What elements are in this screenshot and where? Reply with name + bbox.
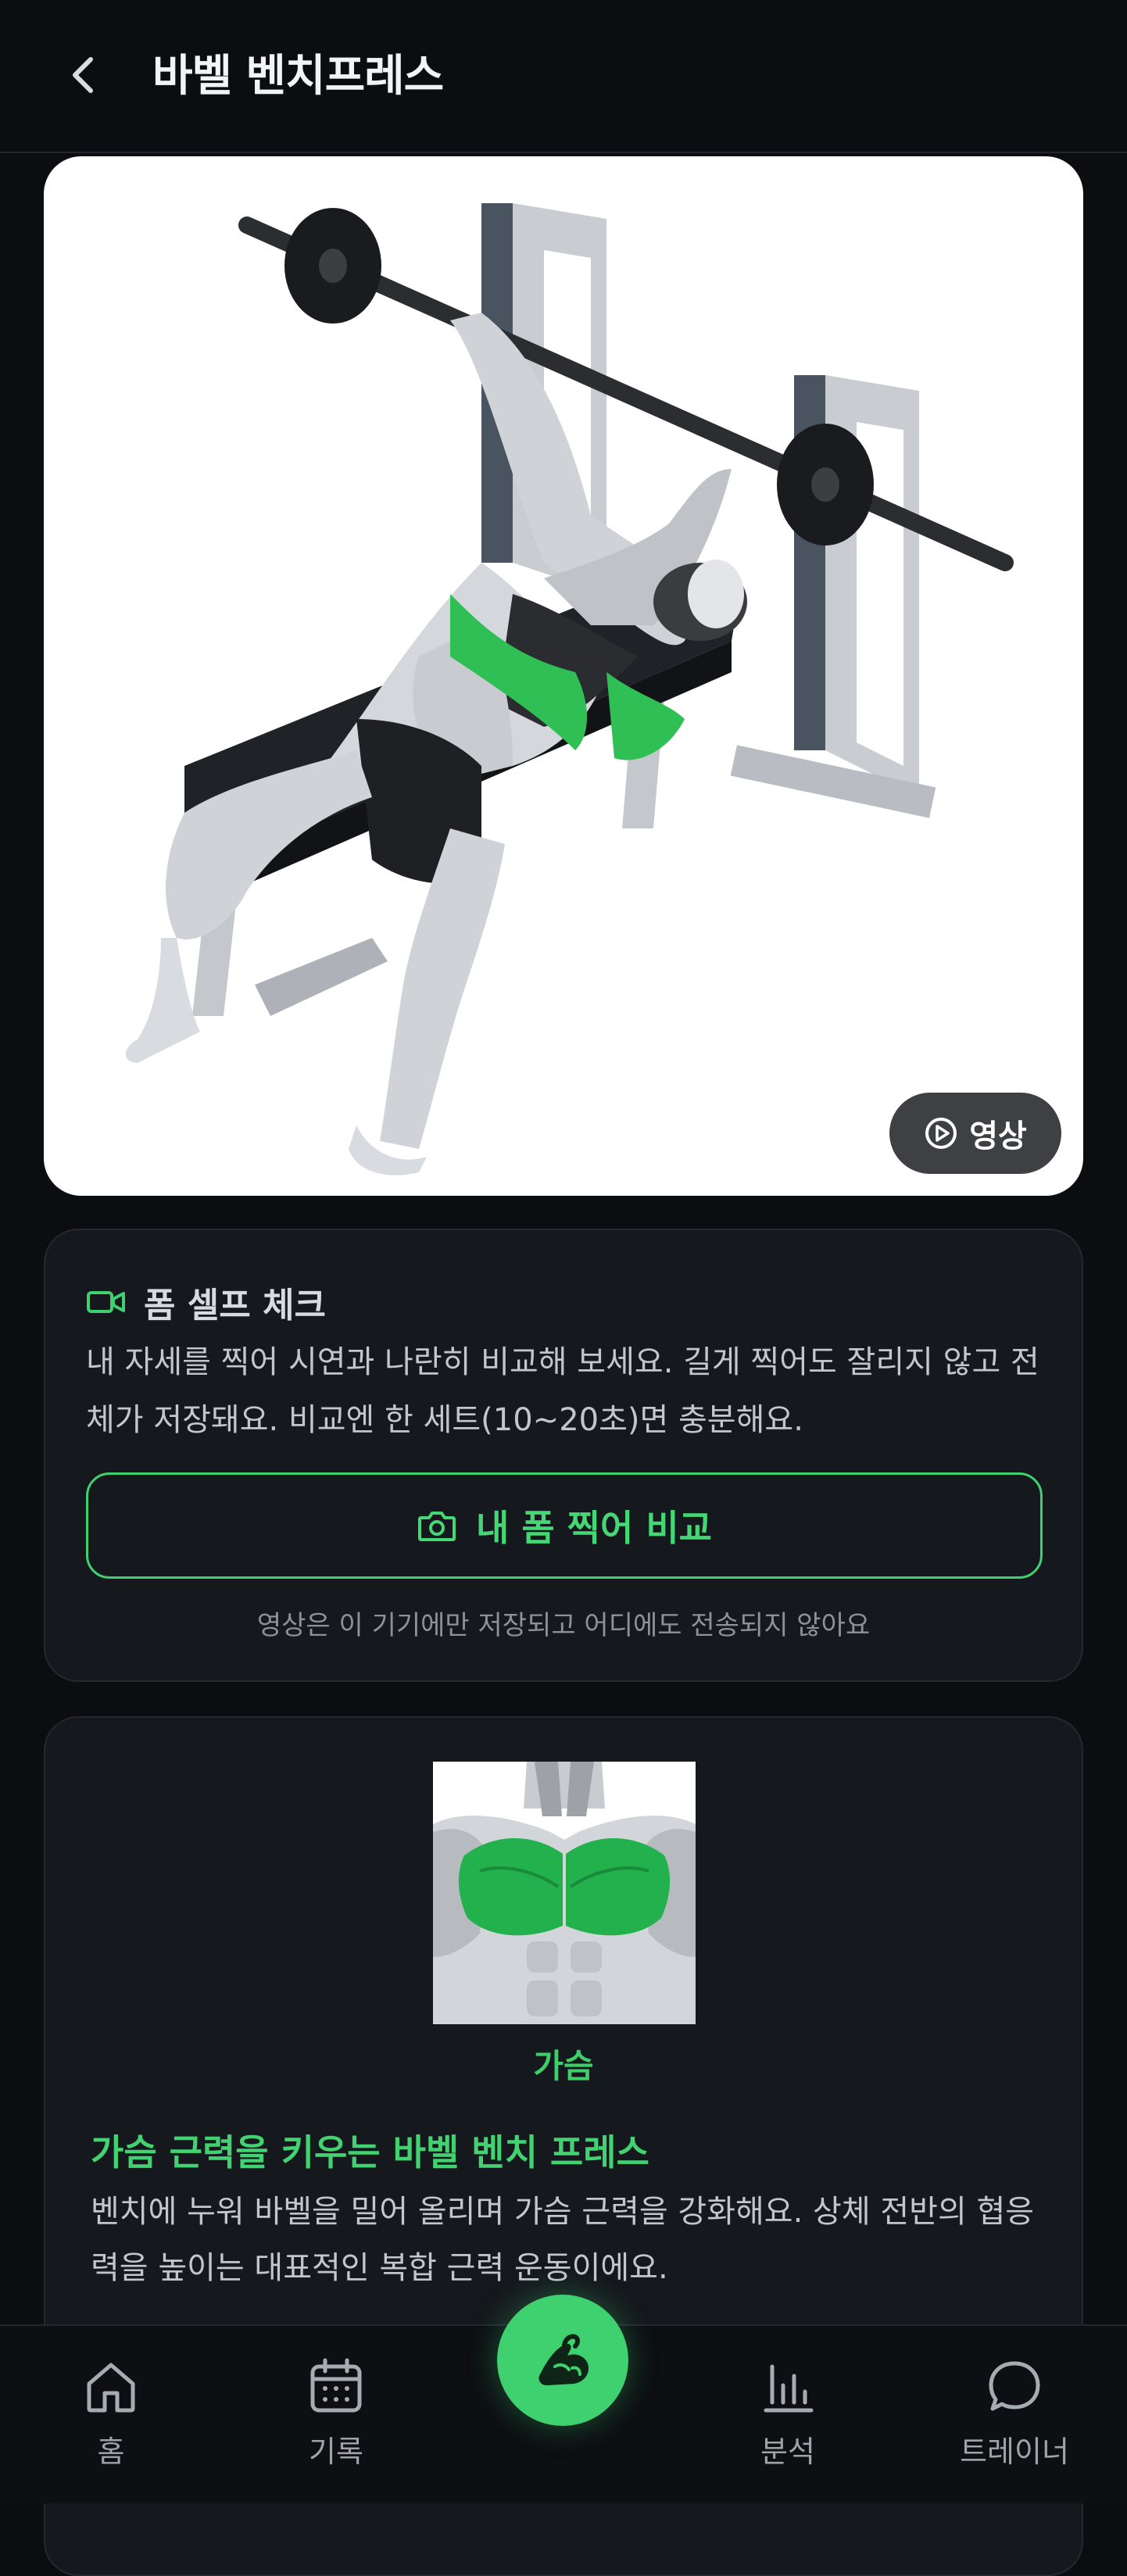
bar-chart-icon — [764, 2364, 814, 2413]
video-button[interactable]: 영상 — [889, 1093, 1061, 1174]
form-self-check-card: 폼 셀프 체크 내 자세를 찍어 시연과 나란히 비교해 보세요. 길게 찍어도… — [44, 1229, 1083, 1682]
nav-item-trainer[interactable]: 트레이너 — [944, 2357, 1085, 2470]
nav-label-records: 기록 — [309, 2435, 363, 2469]
chevron-left-icon — [73, 57, 93, 93]
chat-bubble-icon — [989, 2361, 1040, 2411]
center-workout-button[interactable] — [497, 2295, 628, 2426]
calendar-icon — [310, 2358, 362, 2413]
video-camera-icon — [87, 1291, 125, 1313]
camera-icon — [418, 1512, 456, 1541]
chest-muscle-illustration — [433, 1762, 696, 2024]
nav-item-records[interactable]: 기록 — [266, 2357, 406, 2470]
nav-label-analysis: 분석 — [760, 2435, 815, 2469]
muscle-arm-icon — [538, 2334, 589, 2385]
back-button[interactable] — [55, 44, 117, 106]
video-button-label: 영상 — [969, 1118, 1027, 1154]
bench-press-illustration — [126, 203, 1014, 1175]
record-compare-label: 내 폼 찍어 비교 — [476, 1507, 712, 1549]
muscle-description: 벤치에 누워 바벨을 밀어 올리며 가슴 근력을 강화해요. 상체 전반의 협응… — [91, 2194, 1035, 2286]
app-header: 바벨 벤치프레스 — [0, 0, 1127, 153]
form-check-title-row: 폼 셀프 체크 — [86, 1277, 326, 1327]
muscle-label: 가슴 — [533, 2047, 594, 2085]
nav-item-home[interactable]: 홈 — [41, 2357, 181, 2470]
privacy-note: 영상은 이 기기에만 저장되고 어디에도 전송되지 않아요 — [256, 1610, 871, 1641]
exercise-illustration-card: 영상 — [44, 156, 1083, 1196]
form-check-title: 폼 셀프 체크 — [144, 1286, 327, 1326]
home-icon — [87, 2363, 135, 2413]
record-compare-button[interactable]: 내 폼 찍어 비교 — [86, 1472, 1043, 1579]
nav-label-trainer: 트레이너 — [960, 2435, 1069, 2469]
page-title: 바벨 벤치프레스 — [152, 51, 444, 102]
form-check-description: 내 자세를 찍어 시연과 나란히 비교해 보세요. 길게 찍어도 잘리지 않고 … — [86, 1344, 1039, 1438]
nav-label-home: 홈 — [97, 2435, 125, 2469]
play-circle-icon — [925, 1118, 957, 1149]
nav-item-analysis[interactable]: 분석 — [717, 2357, 858, 2470]
muscle-heading: 가슴 근력을 키우는 바벨 벤치 프레스 — [91, 2131, 649, 2174]
